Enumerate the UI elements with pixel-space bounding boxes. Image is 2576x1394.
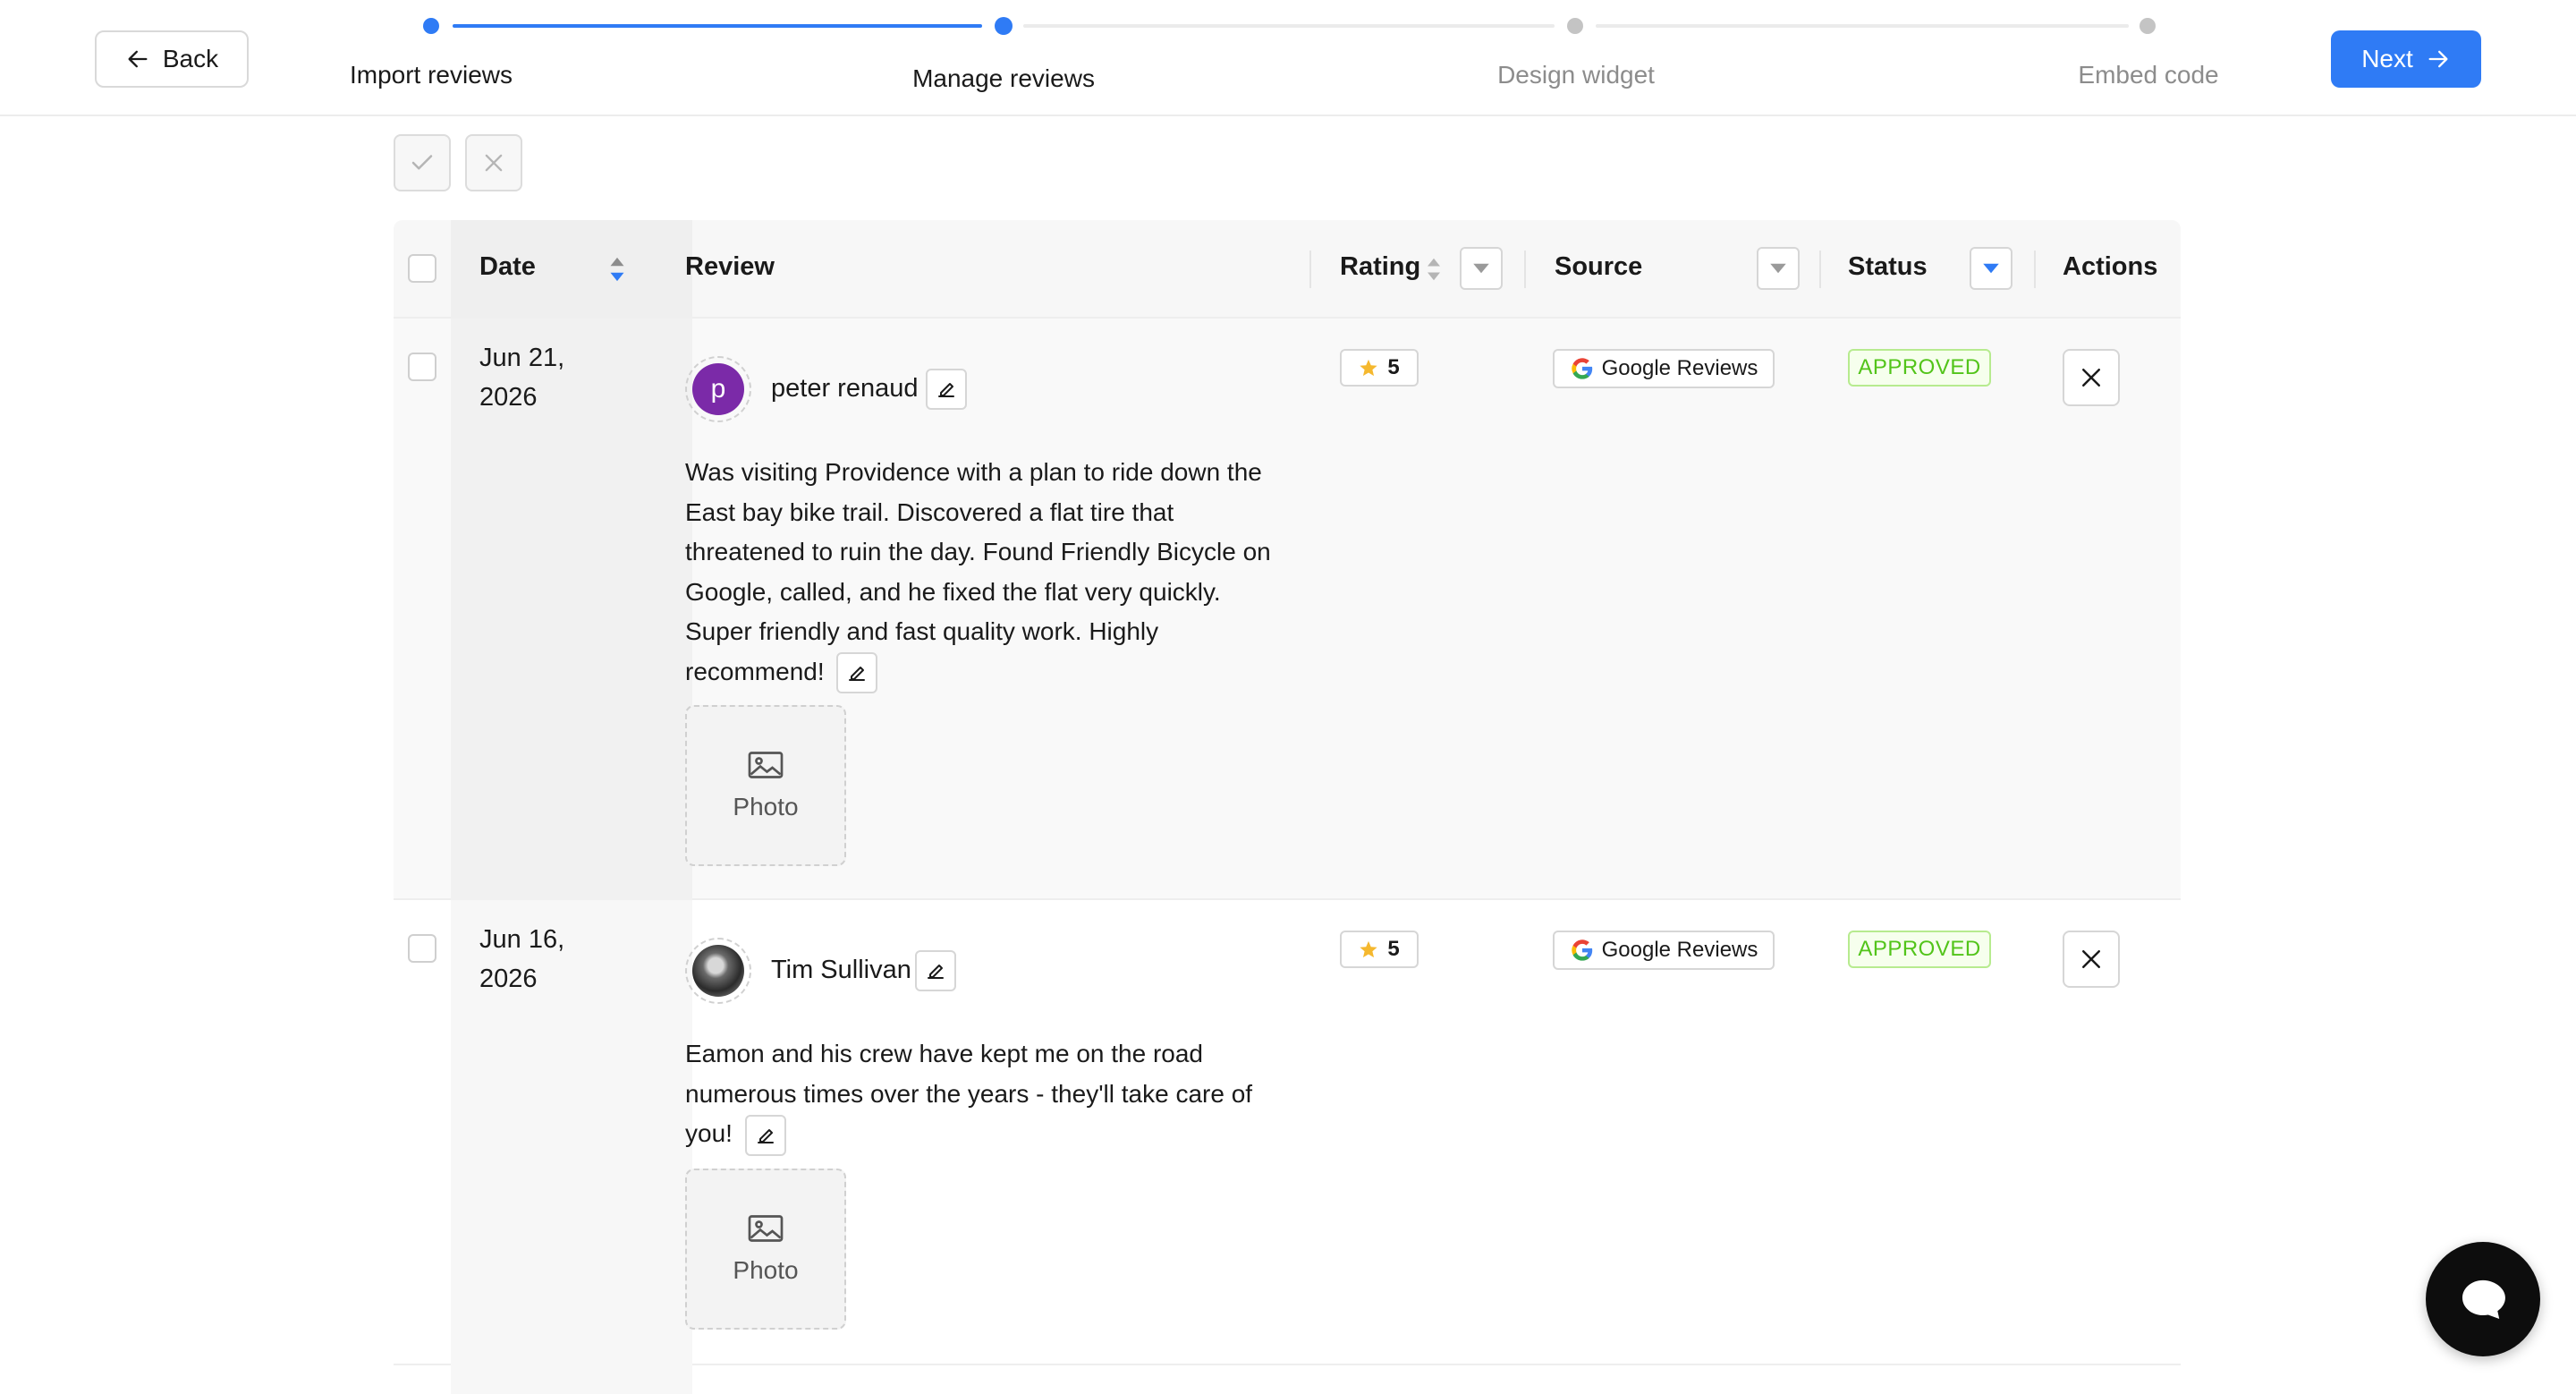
review-date-line1: Jun 16,: [479, 925, 565, 954]
reject-review-button[interactable]: [2063, 349, 2120, 406]
source-name: Google Reviews: [1601, 938, 1758, 962]
star-icon: [1360, 940, 1377, 958]
wizard-header: Back Import reviews Manage reviews Desig…: [0, 0, 2576, 116]
review-body: Was visiting Providence with a plan to r…: [685, 458, 1271, 685]
next-button[interactable]: Next: [2331, 30, 2481, 88]
review-author: peter renaud: [771, 374, 919, 403]
pencil-icon: [849, 667, 866, 682]
google-icon: [1571, 939, 1592, 961]
status-badge: APPROVED: [1848, 931, 1991, 968]
step-embed-code[interactable]: Embed code: [2078, 61, 2218, 89]
review-date: Jun 16, 2026: [479, 920, 564, 999]
chat-launcher-button[interactable]: [2426, 1242, 2540, 1356]
source-badge: Google Reviews: [1553, 931, 1775, 970]
edit-author-button[interactable]: [926, 369, 967, 410]
caret-down-icon: [1983, 263, 1999, 274]
stepper-line-3: [1596, 24, 2129, 28]
column-status: Status: [1848, 252, 1928, 281]
avatar: [685, 938, 751, 1004]
status-filter-button[interactable]: [1970, 247, 2012, 290]
avatar: p: [685, 356, 751, 422]
edit-author-button[interactable]: [915, 950, 956, 991]
row-checkbox[interactable]: [408, 353, 436, 381]
review-author: Tim Sullivan: [771, 956, 911, 984]
close-icon: [485, 154, 503, 172]
rating-filter-button[interactable]: [1460, 247, 1503, 290]
column-review: Review: [685, 252, 775, 281]
step-dot-import: [423, 18, 439, 34]
column-actions: Actions: [2063, 252, 2158, 281]
status-badge: APPROVED: [1848, 349, 1991, 387]
source-filter-button[interactable]: [1757, 247, 1800, 290]
step-dot-embed: [2140, 18, 2156, 34]
photo-label: Photo: [733, 1256, 799, 1284]
stepper-line-1: [453, 24, 982, 28]
source-name: Google Reviews: [1601, 356, 1758, 380]
rating-badge: 5: [1340, 931, 1419, 968]
review-date-line2: 2026: [479, 383, 538, 412]
review-text: Was visiting Providence with a plan to r…: [685, 453, 1293, 694]
column-rating[interactable]: Rating: [1340, 252, 1420, 282]
bulk-approve-button[interactable]: [394, 134, 451, 191]
google-icon: [1571, 358, 1592, 379]
column-divider: [1524, 251, 1526, 288]
sort-icon[interactable]: [1426, 257, 1442, 282]
caret-down-icon: [1770, 263, 1786, 274]
review-date: Jun 21, 2026: [479, 338, 564, 417]
caret-down-icon: [1473, 263, 1489, 274]
reject-review-button[interactable]: [2063, 931, 2120, 988]
column-source: Source: [1555, 252, 1643, 281]
edit-review-button[interactable]: [836, 652, 878, 694]
image-icon: [748, 1215, 784, 1242]
add-photo-button[interactable]: Photo: [685, 705, 846, 866]
review-text: Eamon and his crew have kept me on the r…: [685, 1034, 1293, 1156]
star-icon: [1360, 359, 1377, 377]
photo-label: Photo: [733, 793, 799, 820]
table-header: Date Review Rating Source Status Actions: [394, 220, 2181, 319]
avatar-initial: p: [692, 363, 744, 415]
edit-review-button[interactable]: [744, 1114, 786, 1156]
step-manage-reviews[interactable]: Manage reviews: [912, 64, 1095, 93]
review-date-line1: Jun 21,: [479, 344, 565, 372]
pencil-icon: [928, 965, 944, 979]
next-button-label: Next: [2361, 45, 2413, 72]
add-photo-button[interactable]: Photo: [685, 1169, 846, 1330]
review-date-line2: 2026: [479, 965, 538, 993]
table-row: Jun 16, 2026 Tim Sullivan Eamon and his …: [394, 900, 2181, 1365]
close-icon: [2082, 369, 2100, 387]
step-dot-design: [1567, 18, 1583, 34]
stepper-line-2: [1023, 24, 1555, 28]
rating-value: 5: [1387, 937, 1400, 961]
pencil-icon: [938, 383, 954, 397]
bulk-reject-button[interactable]: [465, 134, 522, 191]
rating-badge: 5: [1340, 349, 1419, 387]
pencil-icon: [757, 1128, 774, 1143]
check-icon: [411, 155, 433, 170]
column-date[interactable]: Date: [479, 252, 536, 282]
table-row: Jun 21, 2026 p peter renaud Was visiting…: [394, 319, 2181, 900]
column-divider: [1819, 251, 1821, 288]
column-divider: [1309, 251, 1311, 288]
row-checkbox[interactable]: [408, 934, 436, 963]
select-all-checkbox[interactable]: [408, 254, 436, 283]
image-icon: [748, 752, 784, 778]
step-dot-manage: [995, 17, 1013, 35]
source-badge: Google Reviews: [1553, 349, 1775, 388]
step-design-widget[interactable]: Design widget: [1497, 61, 1655, 89]
close-icon: [2082, 950, 2100, 968]
sort-icon[interactable]: [608, 256, 626, 283]
rating-value: 5: [1387, 355, 1400, 379]
column-divider: [2034, 251, 2036, 288]
avatar-photo: [692, 945, 744, 997]
arrow-right-icon: [2428, 50, 2448, 68]
back-button[interactable]: Back: [95, 30, 249, 88]
step-import-reviews[interactable]: Import reviews: [350, 61, 513, 89]
arrow-left-icon: [128, 50, 148, 68]
reviews-table: Jun 21, 2026 p peter renaud Was visiting…: [394, 220, 2181, 1394]
back-button-label: Back: [162, 45, 219, 72]
chat-bubble-icon: [2462, 1279, 2505, 1320]
